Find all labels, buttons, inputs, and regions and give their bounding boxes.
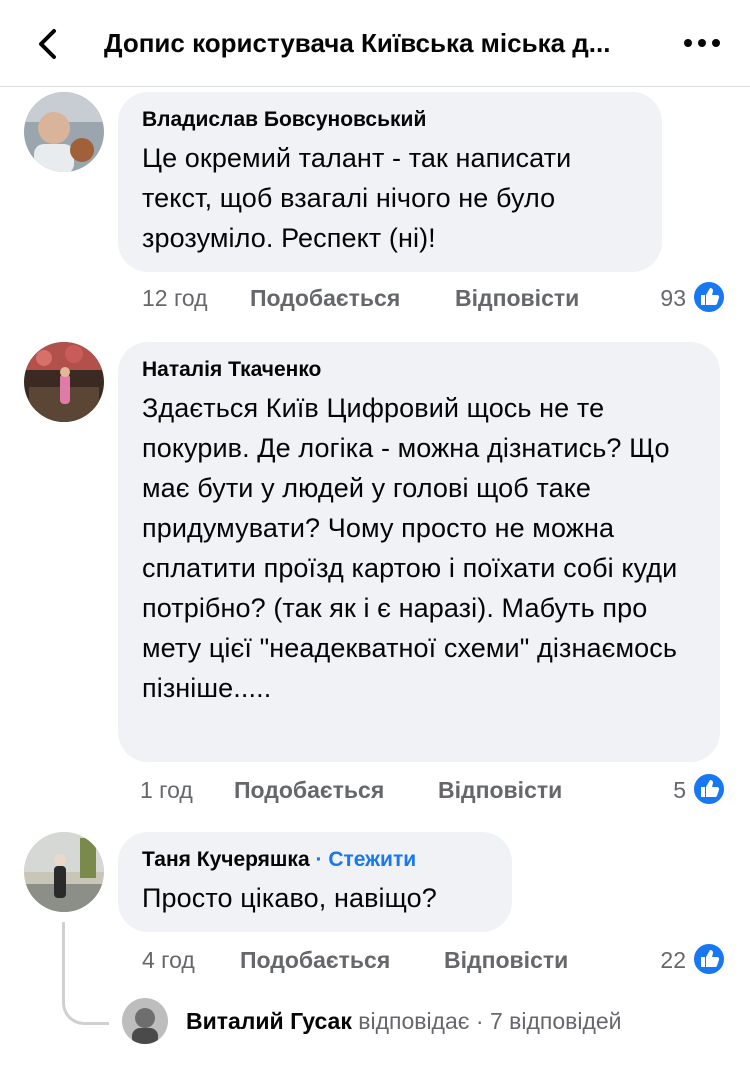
thread-connector (62, 922, 109, 1025)
comment-text: Це окремий талант - так написати текст, … (142, 143, 572, 253)
back-button[interactable] (26, 22, 70, 66)
more-button[interactable] (680, 28, 724, 58)
comment-author[interactable]: Таня Кучеряшка (142, 848, 310, 871)
reply-button[interactable]: Відповісти (455, 280, 579, 316)
thumbs-up-icon[interactable] (692, 942, 726, 976)
comment-time[interactable]: 1 год (140, 772, 193, 808)
top-bar: Допис користувача Київська міська д... (0, 0, 750, 87)
reaction-count[interactable]: 22 (620, 942, 686, 978)
comment-actions: 4 год Подобається Відповісти 22 (0, 942, 750, 978)
comment-text: Здається Київ Цифровий щось не те покури… (142, 393, 678, 703)
avatar-photo (24, 342, 104, 422)
avatar-photo (24, 832, 104, 912)
view-replies-link[interactable]: Виталий Гусак відповідає · 7 відповідей (186, 998, 622, 1044)
comment-time[interactable]: 12 год (142, 280, 208, 316)
comment-actions: 12 год Подобається Відповісти 93 (0, 280, 750, 316)
comment-bubble: Наталія Ткаченко Здається Київ Цифровий … (118, 342, 720, 762)
comment-author-line: Таня Кучеряшка · Стежити (142, 846, 488, 874)
separator: · (315, 848, 323, 871)
reply-button[interactable]: Відповісти (444, 942, 568, 978)
avatar-photo (24, 92, 104, 172)
more-dots-icon (684, 39, 720, 47)
like-button[interactable]: Подобається (234, 772, 384, 808)
reply-author: Виталий Гусак (186, 1008, 352, 1034)
like-button[interactable]: Подобається (240, 942, 390, 978)
comment-text: Просто цікаво, навіщо? (142, 883, 437, 913)
follow-button[interactable]: Стежити (328, 848, 416, 871)
thumbs-up-icon[interactable] (692, 280, 726, 314)
reply-count: 7 відповідей (489, 1008, 622, 1034)
reaction-count[interactable]: 5 (630, 772, 686, 808)
comment-author[interactable]: Владислав Бовсуновський (142, 106, 638, 134)
avatar[interactable] (24, 92, 104, 172)
avatar[interactable] (24, 342, 104, 422)
thumbs-up-icon[interactable] (692, 772, 726, 806)
reply-button[interactable]: Відповісти (438, 772, 562, 808)
page-title: Допис користувача Київська міська д... (104, 28, 611, 58)
reaction-count[interactable]: 93 (620, 280, 686, 316)
reply-verb: відповідає (358, 1008, 470, 1034)
comment-actions: 1 год Подобається Відповісти 5 (0, 772, 750, 808)
like-button[interactable]: Подобається (250, 280, 400, 316)
comment-bubble: Владислав Бовсуновський Це окремий талан… (118, 92, 662, 272)
chevron-left-icon (39, 29, 56, 59)
comment-time[interactable]: 4 год (142, 942, 195, 978)
avatar[interactable] (122, 998, 168, 1044)
separator: · (475, 1008, 484, 1034)
avatar[interactable] (24, 832, 104, 912)
comment-author[interactable]: Наталія Ткаченко (142, 356, 696, 384)
comment-bubble: Таня Кучеряшка · Стежити Просто цікаво, … (118, 832, 512, 932)
avatar-photo (122, 998, 168, 1044)
